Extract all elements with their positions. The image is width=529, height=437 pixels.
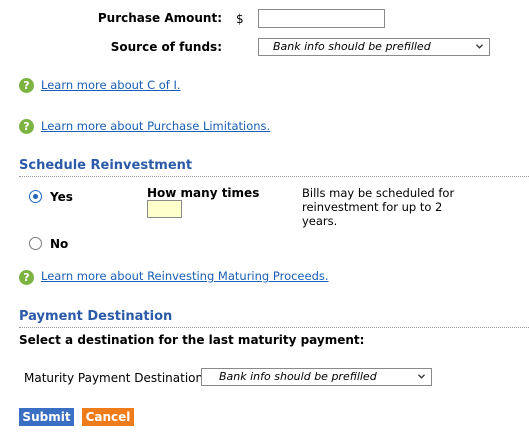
how-many-times-label: How many times xyxy=(147,186,260,200)
question-circle-icon: ? xyxy=(19,78,34,93)
how-many-times-input[interactable] xyxy=(147,200,182,218)
payment-destination-title: Payment Destination xyxy=(19,309,173,324)
chevron-down-icon xyxy=(418,374,425,379)
source-of-funds-select[interactable]: Bank info should be prefilled xyxy=(258,38,490,56)
source-of-funds-value: Bank info should be prefilled xyxy=(273,40,431,53)
maturity-payment-destination-value: Bank info should be prefilled xyxy=(219,370,377,383)
maturity-payment-destination-select[interactable]: Bank info should be prefilled xyxy=(201,368,432,386)
reinvestment-info-text: Bills may be scheduled for reinvestment … xyxy=(302,186,455,228)
question-circle-icon: ? xyxy=(19,270,34,285)
reinvest-yes-label: Yes xyxy=(50,190,73,204)
source-of-funds-label: Source of funds: xyxy=(110,40,222,54)
chevron-down-icon xyxy=(476,44,483,49)
payment-instruction: Select a destination for the last maturi… xyxy=(19,333,365,347)
learn-more-reinvesting-link[interactable]: Learn more about Reinvesting Maturing Pr… xyxy=(41,269,329,283)
cancel-button[interactable]: Cancel xyxy=(82,408,134,426)
reinvest-yes-radio[interactable] xyxy=(29,190,42,203)
section-divider xyxy=(19,327,529,328)
currency-symbol: $ xyxy=(236,12,244,26)
purchase-amount-input[interactable] xyxy=(258,9,385,28)
schedule-reinvestment-title: Schedule Reinvestment xyxy=(19,158,193,173)
reinvest-no-label: No xyxy=(50,237,69,251)
reinvest-no-radio[interactable] xyxy=(29,237,42,250)
maturity-payment-destination-label: Maturity Payment Destination: xyxy=(24,371,208,385)
submit-button[interactable]: Submit xyxy=(19,408,74,426)
learn-more-c-of-i-link[interactable]: Learn more about C of I. xyxy=(41,78,181,92)
purchase-amount-label: Purchase Amount: xyxy=(97,11,222,25)
question-circle-icon: ? xyxy=(19,119,34,134)
learn-more-purchase-limitations-link[interactable]: Learn more about Purchase Limitations. xyxy=(41,119,270,133)
section-divider xyxy=(19,176,529,177)
